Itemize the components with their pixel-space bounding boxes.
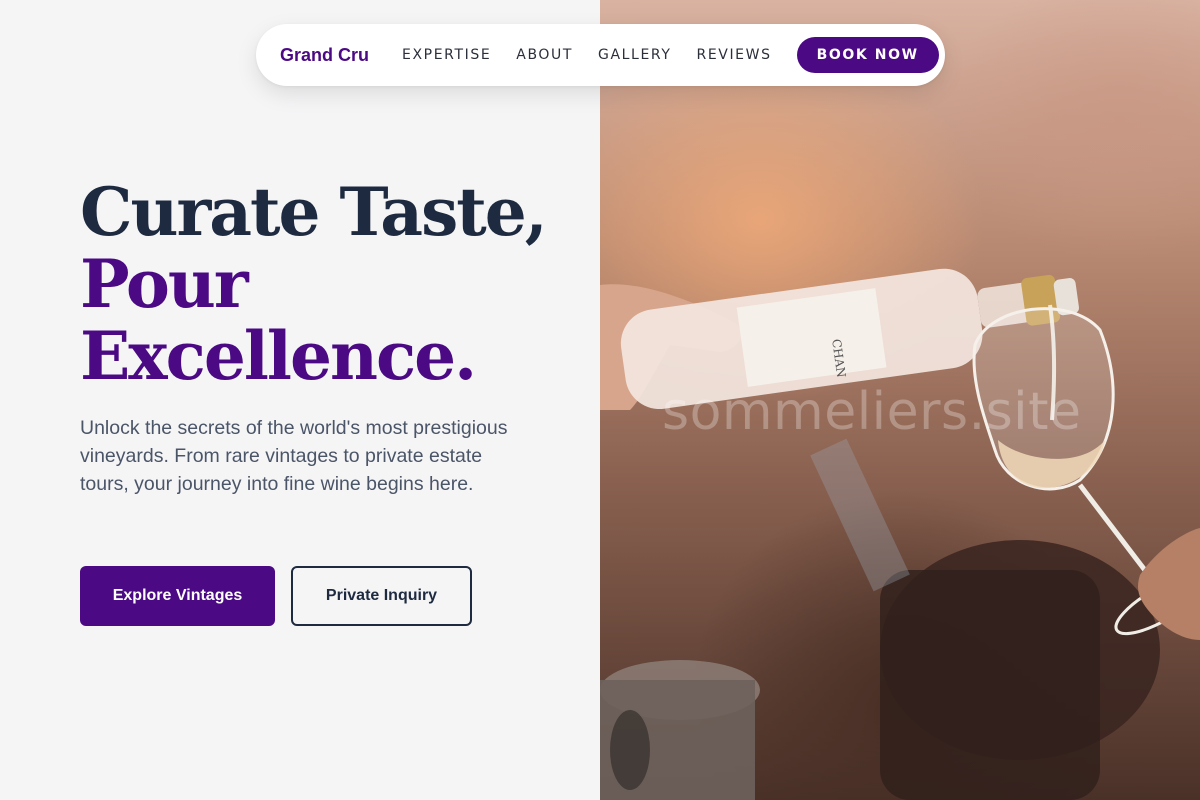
hero-left-panel [0, 0, 600, 800]
headline-line-2: Pour [80, 245, 249, 323]
top-nav: Grand Cru EXPERTISE ABOUT GALLERY REVIEW… [256, 24, 945, 86]
headline-line-3: Excellence. [80, 317, 477, 395]
private-inquiry-button[interactable]: Private Inquiry [291, 566, 472, 626]
nav-link-about[interactable]: ABOUT [516, 47, 573, 63]
nav-link-expertise[interactable]: EXPERTISE [402, 47, 491, 63]
book-now-button[interactable]: BOOK NOW [796, 37, 939, 73]
headline-line-1: Curate Taste, [80, 173, 548, 251]
nav-link-reviews[interactable]: REVIEWS [697, 47, 772, 63]
nav-link-gallery[interactable]: GALLERY [598, 47, 671, 63]
hero-headline: Curate Taste, Pour Excellence. [80, 176, 580, 392]
watermark-text: sommeliers.site [662, 382, 1082, 442]
explore-vintages-button[interactable]: Explore Vintages [80, 566, 275, 626]
hero-subtitle: Unlock the secrets of the world's most p… [80, 417, 508, 495]
brand-logo[interactable]: Grand Cru [280, 45, 369, 66]
